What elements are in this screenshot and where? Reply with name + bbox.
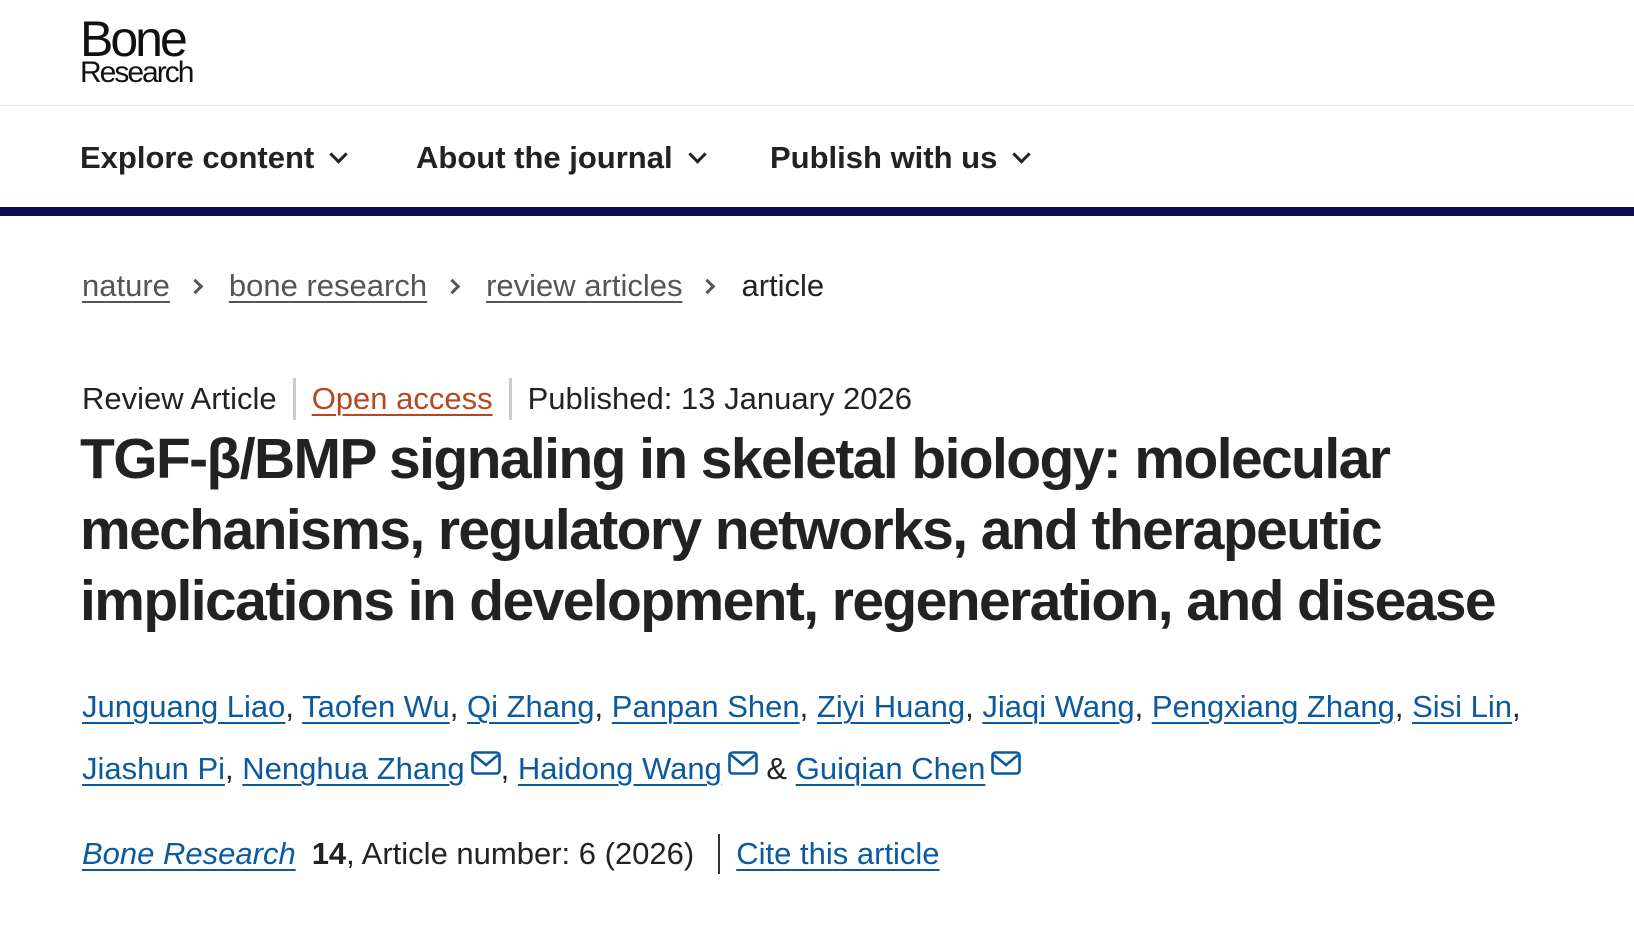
author-separator: , (225, 751, 234, 786)
chevron-down-icon (1012, 144, 1032, 164)
main-nav: Explore content About the journal Publis… (0, 106, 1634, 216)
site-header: Bone Research (0, 0, 1634, 106)
article-title: TGF-β/BMP signaling in skeletal biology:… (80, 427, 1497, 633)
author-separator: , (1394, 689, 1404, 724)
author-link[interactable]: Qi Zhang (467, 689, 595, 724)
author-link[interactable]: Pengxiang Zhang (1152, 689, 1395, 724)
breadcrumb-current: article (741, 268, 825, 303)
logo-line-1: Bone (80, 11, 188, 67)
mail-icon[interactable] (727, 751, 758, 775)
author-link[interactable]: Haidong Wang (518, 751, 722, 786)
article-meta: Review Article Open access Published: 13… (82, 378, 912, 420)
article-number: , Article number: 6 (2026) (346, 836, 695, 871)
author-separator: , (799, 689, 809, 724)
author-separator: , (1512, 689, 1521, 724)
nav-item-label: Explore content (80, 140, 315, 175)
nav-explore-content[interactable]: Explore content (80, 140, 348, 176)
breadcrumb-link-bone-research[interactable]: bone research (229, 268, 427, 304)
author-separator: , (500, 751, 510, 786)
mail-icon[interactable] (991, 751, 1022, 775)
journal-logo[interactable]: Bone Research (80, 11, 194, 89)
citation-divider (718, 834, 721, 874)
author-link[interactable]: Ziyi Huang (817, 689, 965, 724)
citation-line: Bone Research 14, Article number: 6 (202… (82, 834, 940, 874)
chevron-right-icon (444, 278, 461, 294)
chevron-right-icon (187, 278, 204, 294)
author-link[interactable]: Panpan Shen (612, 689, 800, 724)
mail-icon[interactable] (470, 751, 501, 775)
meta-divider (508, 378, 512, 420)
author-link[interactable]: Jiaqi Wang (982, 689, 1134, 724)
volume-number: 14 (311, 836, 347, 871)
author-link[interactable]: Nenghua Zhang (242, 751, 464, 786)
cite-this-article-link[interactable]: Cite this article (736, 836, 939, 872)
published-date: Published: 13 January 2026 (527, 381, 912, 416)
article-type: Review Article (82, 381, 277, 416)
meta-divider (292, 378, 296, 420)
logo-line-2: Research (80, 56, 194, 89)
author-link[interactable]: Sisi Lin (1412, 689, 1512, 724)
author-separator: , (285, 689, 295, 724)
chevron-down-icon (687, 144, 707, 164)
breadcrumb-link-review-articles[interactable]: review articles (486, 268, 682, 304)
nav-publish-with-us[interactable]: Publish with us (770, 140, 1032, 176)
author-link[interactable]: Junguang Liao (82, 689, 285, 724)
author-link[interactable]: Taofen Wu (302, 689, 450, 724)
author-separator: , (965, 689, 974, 724)
author-link[interactable]: Guiqian Chen (796, 751, 986, 786)
chevron-down-icon (329, 144, 348, 164)
nav-item-label: Publish with us (770, 140, 998, 175)
author-separator: , (594, 689, 604, 724)
author-list: Junguang Liao, Taofen Wu, Qi Zhang, Panp… (82, 676, 1622, 800)
open-access-link[interactable]: Open access (312, 381, 493, 417)
nav-about-the-journal[interactable]: About the journal (416, 140, 707, 176)
author-ampersand: & (766, 751, 788, 786)
author-separator: , (449, 689, 459, 724)
breadcrumb: nature bone research review articles art… (82, 268, 824, 304)
author-link[interactable]: Jiashun Pi (82, 751, 225, 786)
nav-item-label: About the journal (416, 140, 673, 175)
breadcrumb-link-nature[interactable]: nature (82, 268, 170, 304)
journal-link[interactable]: Bone Research (82, 836, 296, 872)
chevron-right-icon (700, 278, 716, 294)
author-separator: , (1134, 689, 1144, 724)
